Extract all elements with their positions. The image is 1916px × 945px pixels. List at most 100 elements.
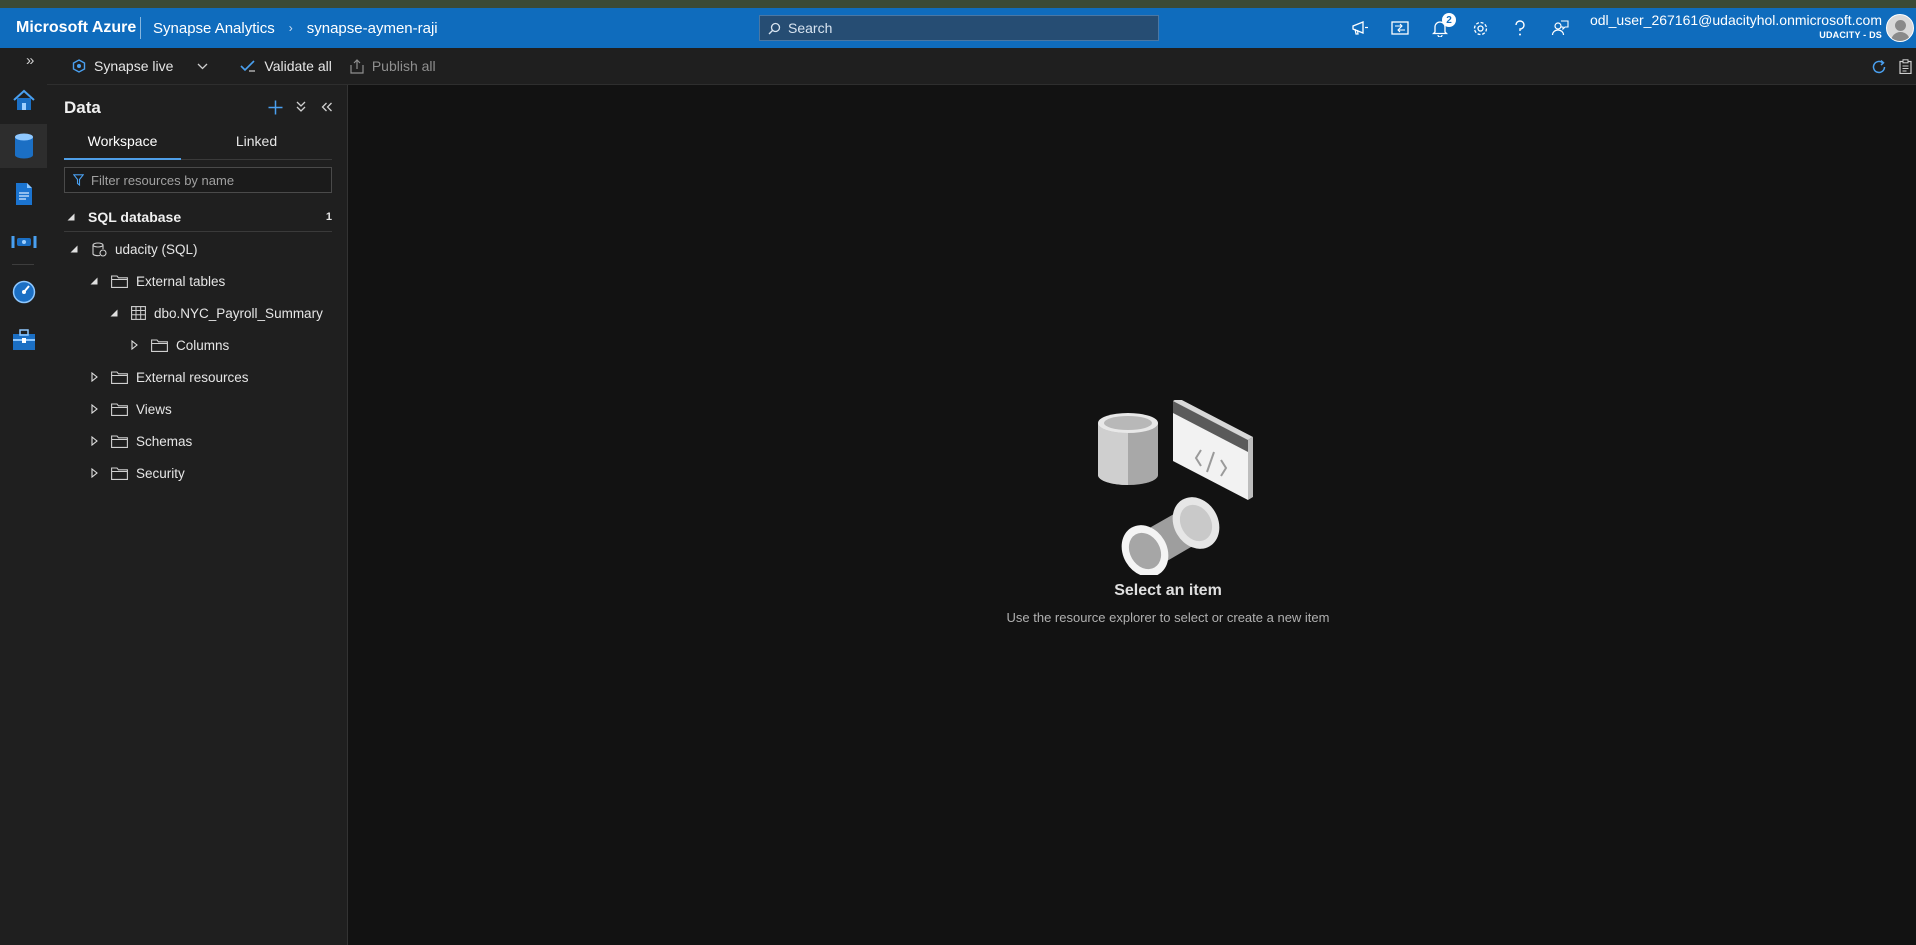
expanded-caret-icon[interactable] [87, 277, 101, 285]
manage-icon [12, 329, 35, 350]
empty-state-subtitle: Use the resource explorer to select or c… [1006, 610, 1330, 625]
folder-icon [111, 370, 128, 384]
monitor-icon [12, 280, 35, 304]
resources-illustration-icon [1098, 400, 1253, 575]
tree-item-external-resources[interactable]: External resources [87, 363, 249, 391]
pane-actions [261, 95, 339, 119]
tab-linked[interactable]: Linked [181, 131, 332, 159]
tree-item-security[interactable]: Security [87, 459, 185, 487]
global-search-box[interactable]: Search [759, 15, 1159, 41]
tab-workspace[interactable]: Workspace [64, 131, 181, 160]
tree-item-label: Columns [176, 337, 230, 353]
rail-divider [12, 264, 34, 265]
validate-check-icon [240, 60, 256, 72]
search-icon [768, 22, 781, 34]
sql-database-icon [91, 241, 107, 257]
account-info[interactable]: odl_user_267161@udacityhol.onmicrosoft.c… [1576, 12, 1882, 40]
home-icon [12, 89, 35, 110]
collapse-all-chevrons-icon[interactable] [289, 95, 313, 119]
data-icon [14, 133, 33, 159]
folder-icon [111, 274, 128, 288]
synapse-live-label: Synapse live [94, 58, 174, 74]
rail-home[interactable] [0, 78, 47, 122]
integrate-icon [11, 236, 36, 248]
folder-icon [111, 466, 128, 480]
collapsed-caret-icon[interactable] [87, 372, 101, 382]
expand-rail-button[interactable]: » [26, 52, 34, 69]
expanded-caret-icon[interactable] [67, 245, 81, 253]
synapse-live-mode[interactable]: Synapse live [72, 58, 173, 74]
user-avatar[interactable] [1886, 14, 1914, 42]
notifications-icon[interactable]: 2 [1420, 8, 1460, 48]
data-explorer-pane: Data Workspace Linked SQL database 1 uda… [47, 85, 348, 945]
brand-label[interactable]: Microsoft Azure [0, 19, 140, 37]
folder-icon [111, 402, 128, 416]
collapsed-caret-icon[interactable] [87, 468, 101, 478]
section-sql-database[interactable]: SQL database 1 [64, 202, 332, 232]
breadcrumb-workspace[interactable]: synapse-aymen-raji [307, 20, 438, 37]
settings-gear-icon[interactable] [1460, 8, 1500, 48]
refresh-icon[interactable] [1864, 59, 1894, 75]
collapsed-caret-icon[interactable] [87, 436, 101, 446]
tree-item-label: External resources [136, 369, 249, 385]
add-resource-plus-icon[interactable] [263, 95, 287, 119]
breadcrumb-separator: › [288, 21, 293, 35]
section-label: SQL database [88, 208, 182, 225]
rail-monitor[interactable] [0, 270, 47, 314]
tree-item-label: Security [136, 465, 185, 481]
feedback-icon[interactable] [1540, 8, 1580, 48]
help-icon[interactable] [1500, 8, 1540, 48]
window-top-strip [0, 0, 1916, 8]
user-organization: UDACITY - DS [1819, 30, 1882, 40]
tree-item-label: dbo.NYC_Payroll_Summary [154, 305, 323, 321]
develop-icon [15, 183, 32, 205]
validate-all-label: Validate all [264, 58, 332, 74]
toolbar-right-actions [1864, 48, 1916, 85]
activity-rail: » [0, 48, 47, 945]
rail-develop[interactable] [0, 172, 47, 216]
tree-item-label: Views [136, 401, 172, 417]
directory-switch-icon[interactable] [1380, 8, 1420, 48]
mode-dropdown-chevron-down-icon[interactable] [197, 63, 208, 70]
collapsed-caret-icon[interactable] [87, 404, 101, 414]
publish-all-button[interactable]: Publish all [350, 58, 436, 74]
section-count: 1 [325, 210, 332, 223]
tree-item-external-tables[interactable]: External tables [87, 267, 225, 295]
notification-count-badge: 2 [1442, 13, 1456, 27]
announcements-icon[interactable] [1340, 8, 1380, 48]
tree-item-label: udacity (SQL) [115, 241, 198, 257]
breadcrumb-service[interactable]: Synapse Analytics [153, 20, 275, 37]
collapse-pane-double-chevron-icon[interactable] [315, 95, 339, 119]
synapse-logo-icon [72, 59, 86, 73]
tree-item-nyc-payroll-summary[interactable]: dbo.NYC_Payroll_Summary [107, 299, 323, 327]
rail-manage[interactable] [0, 318, 47, 362]
table-icon [131, 306, 146, 320]
workspace-toolbar: Synapse live Validate all Publish all [47, 48, 1916, 85]
rail-data[interactable] [0, 124, 47, 168]
publish-all-label: Publish all [371, 58, 436, 74]
filter-funnel-icon [73, 174, 84, 186]
empty-state-title: Select an item [1114, 582, 1222, 599]
publish-upload-icon [350, 58, 364, 74]
expanded-caret-icon[interactable] [107, 309, 121, 317]
search-placeholder: Search [788, 20, 833, 36]
tree-item-views[interactable]: Views [87, 395, 172, 423]
filter-resources-box[interactable] [64, 167, 332, 193]
header-icon-group: 2 [1340, 8, 1580, 48]
editor-area: Select an item Use the resource explorer… [348, 85, 1916, 945]
tree-item-label: External tables [136, 273, 226, 289]
pane-title: Data [64, 98, 101, 117]
tree-item-udacity-sql[interactable]: udacity (SQL) [67, 235, 198, 263]
rail-integrate[interactable] [0, 220, 47, 264]
collapsed-caret-icon[interactable] [127, 340, 141, 350]
tree-item-label: Schemas [136, 433, 193, 449]
filter-resources-input[interactable] [91, 172, 321, 188]
folder-icon [151, 338, 168, 352]
header-divider [140, 17, 141, 39]
user-email: odl_user_267161@udacityhol.onmicrosoft.c… [1589, 12, 1882, 28]
tree-item-schemas[interactable]: Schemas [87, 427, 192, 455]
validate-all-button[interactable]: Validate all [240, 58, 332, 74]
clipboard-icon[interactable] [1894, 59, 1916, 74]
tree-item-columns[interactable]: Columns [127, 331, 229, 359]
section-expanded-caret-icon[interactable] [64, 213, 78, 221]
